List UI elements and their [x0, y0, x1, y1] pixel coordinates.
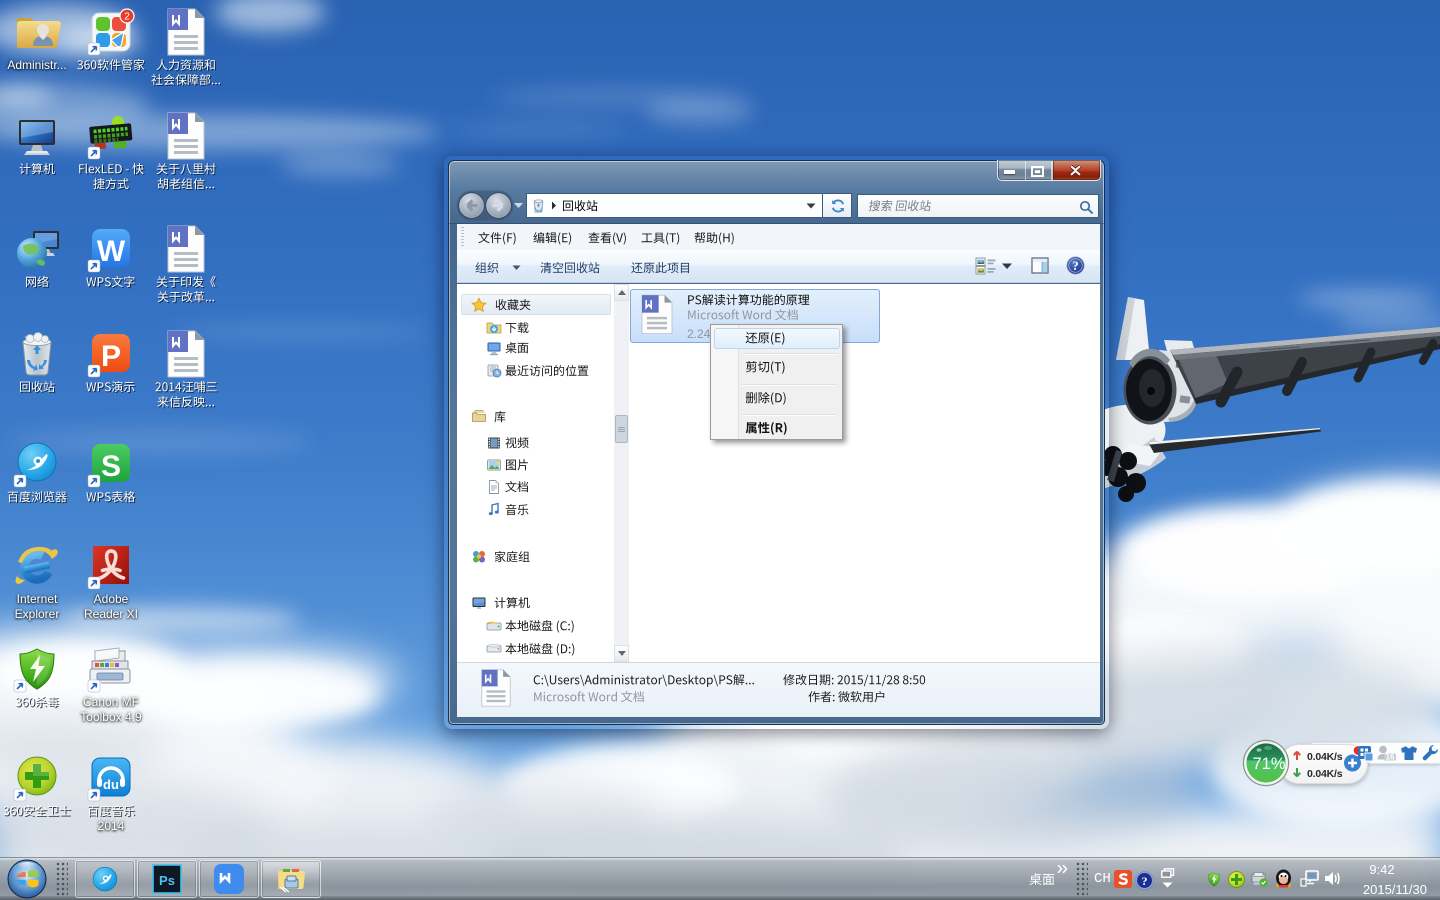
svg-text:Ps: Ps [159, 873, 175, 888]
svg-text:16: 16 [1386, 753, 1395, 762]
svg-text:du: du [103, 777, 119, 792]
svg-text:?: ? [1072, 259, 1078, 273]
svg-text:2: 2 [124, 12, 130, 23]
svg-text:?: ? [1142, 874, 1148, 888]
svg-text:P: P [101, 340, 121, 373]
svg-text:W: W [97, 235, 126, 268]
svg-text:S: S [101, 450, 121, 483]
